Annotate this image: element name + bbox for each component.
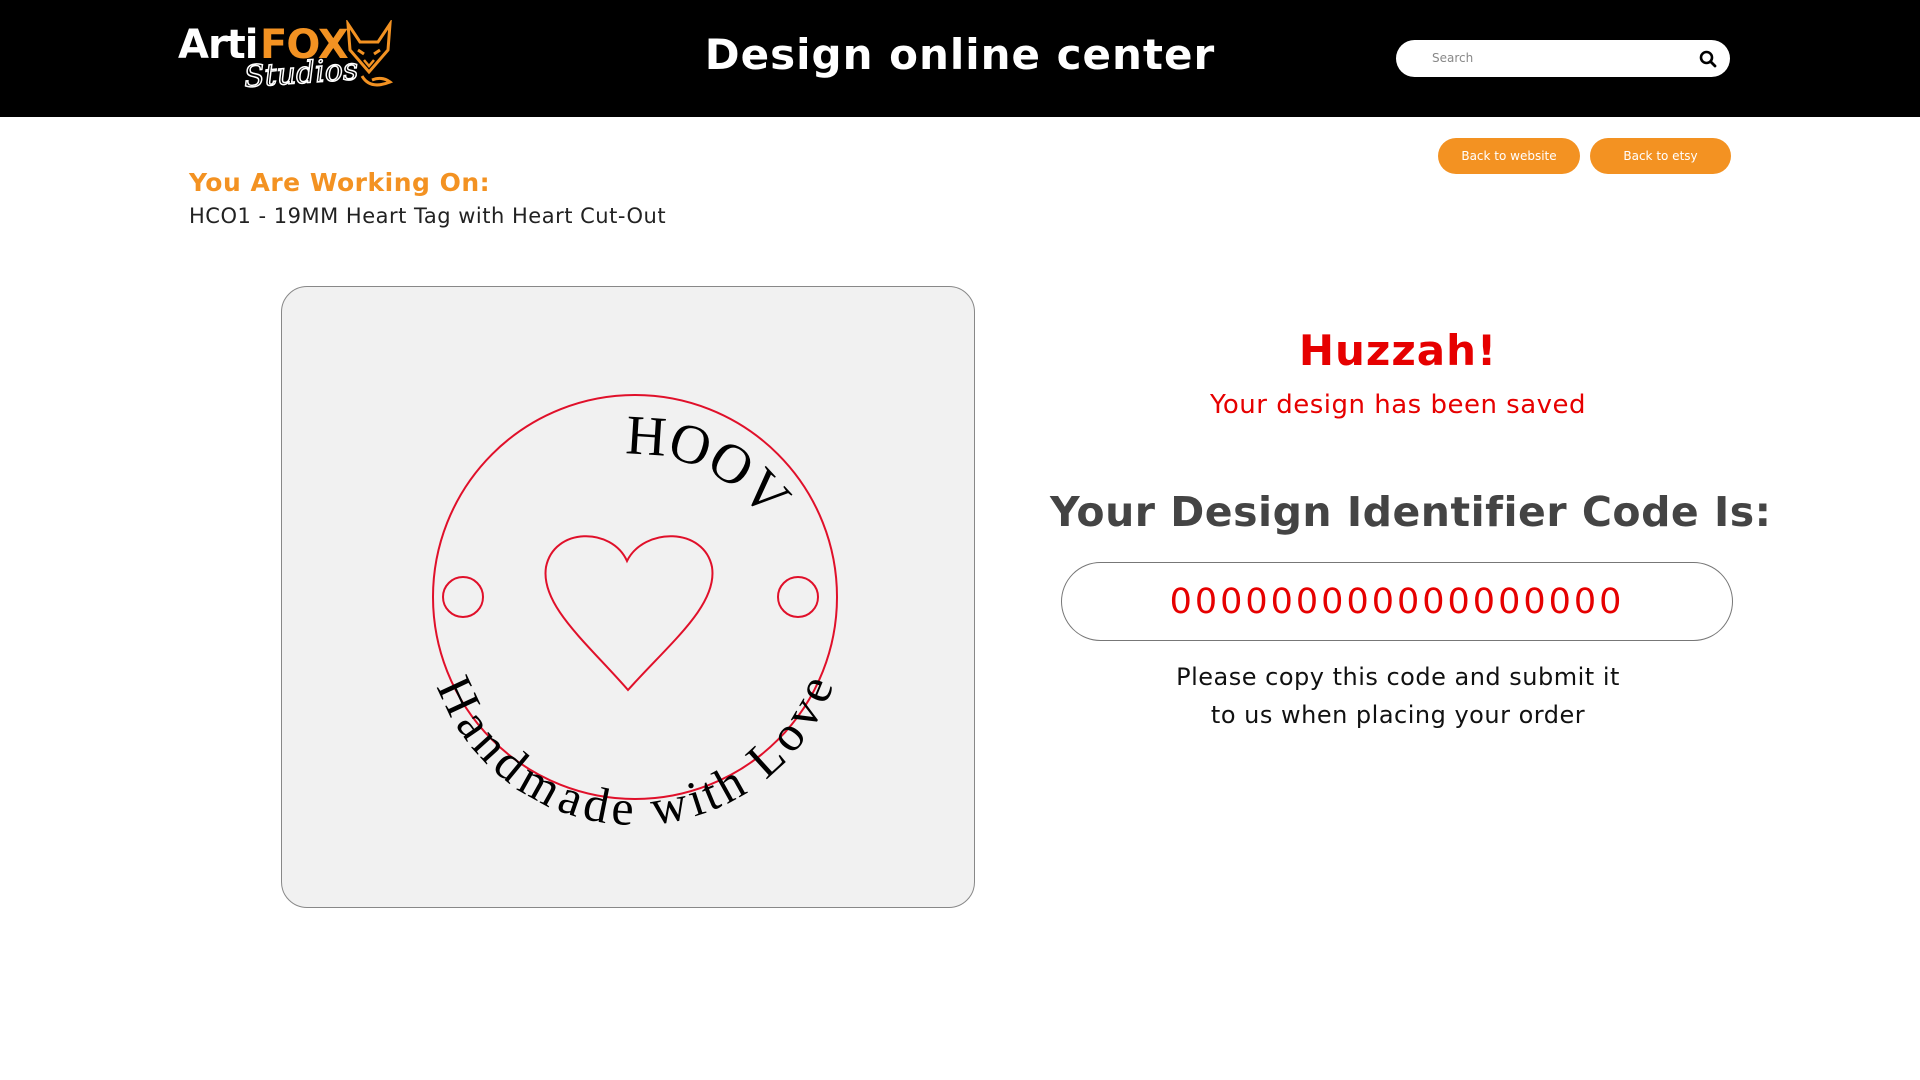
search-input[interactable] [1432, 46, 1682, 70]
search-bar[interactable] [1396, 40, 1730, 77]
instructions-line-1: Please copy this code and submit it [1176, 663, 1620, 691]
code-label: Your Design Identifier Code Is: [1050, 488, 1772, 536]
design-code-value[interactable]: 000000000000000000 [1170, 582, 1625, 622]
back-to-etsy-button[interactable]: Back to etsy [1590, 138, 1731, 174]
success-message: Your design has been saved [1209, 390, 1587, 420]
tag-preview-svg: HOOV Handmade with Love [426, 394, 844, 837]
design-preview: HOOV Handmade with Love [281, 286, 975, 908]
copy-instructions: Please copy this code and submit it to u… [1060, 658, 1736, 734]
instructions-line-2: to us when placing your order [1210, 701, 1586, 729]
success-heading: Huzzah! [1298, 326, 1498, 375]
search-icon[interactable] [1698, 49, 1718, 69]
design-code-box[interactable]: 000000000000000000 [1061, 562, 1733, 641]
bottom-arc-text: Handmade with Love [426, 668, 844, 837]
product-name: HCO1 - 19MM Heart Tag with Heart Cut-Out [189, 204, 667, 228]
site-header: Arti FOX Studios Design online center [0, 0, 1920, 117]
right-hole [777, 576, 819, 618]
top-arc-text: HOOV [624, 404, 802, 529]
left-hole [442, 576, 484, 618]
heart-cutout [544, 535, 714, 692]
back-to-website-button[interactable]: Back to website [1438, 138, 1580, 174]
working-on-label: You Are Working On: [189, 168, 491, 197]
